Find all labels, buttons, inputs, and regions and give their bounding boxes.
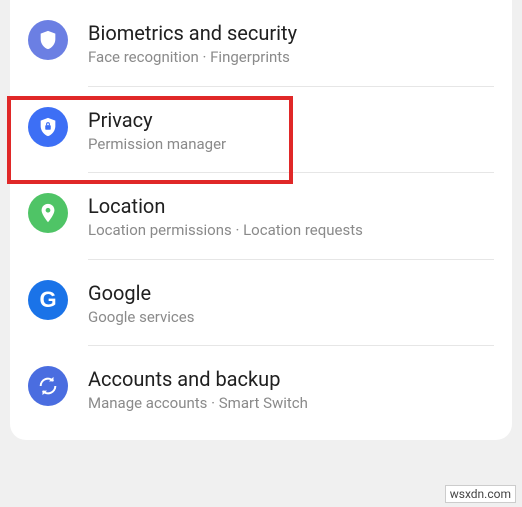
item-subtitle: Google services	[88, 308, 494, 328]
google-icon: G	[28, 280, 68, 320]
item-title: Biometrics and security	[88, 20, 494, 46]
item-subtitle: Location permissions · Location requests	[88, 221, 494, 241]
settings-item-accounts-backup[interactable]: Accounts and backup Manage accounts · Sm…	[10, 346, 512, 432]
settings-list: Biometrics and security Face recognition…	[10, 0, 512, 440]
item-title: Privacy	[88, 107, 494, 133]
item-text: Accounts and backup Manage accounts · Sm…	[88, 364, 494, 414]
sync-icon	[28, 366, 68, 406]
lock-shield-icon	[28, 107, 68, 147]
location-icon	[28, 193, 68, 233]
watermark: wsxdn.com	[445, 485, 516, 503]
item-title: Google	[88, 280, 494, 306]
item-text: Google Google services	[88, 278, 494, 328]
item-title: Accounts and backup	[88, 366, 494, 392]
item-subtitle: Manage accounts · Smart Switch	[88, 394, 494, 414]
item-text: Biometrics and security Face recognition…	[88, 18, 494, 68]
settings-item-biometrics[interactable]: Biometrics and security Face recognition…	[10, 0, 512, 86]
item-text: Privacy Permission manager	[88, 105, 494, 155]
item-title: Location	[88, 193, 494, 219]
settings-item-location[interactable]: Location Location permissions · Location…	[10, 173, 512, 259]
item-subtitle: Permission manager	[88, 135, 494, 155]
item-text: Location Location permissions · Location…	[88, 191, 494, 241]
item-subtitle: Face recognition · Fingerprints	[88, 48, 494, 68]
settings-item-privacy[interactable]: Privacy Permission manager	[10, 87, 512, 173]
shield-icon	[28, 20, 68, 60]
settings-item-google[interactable]: G Google Google services	[10, 260, 512, 346]
